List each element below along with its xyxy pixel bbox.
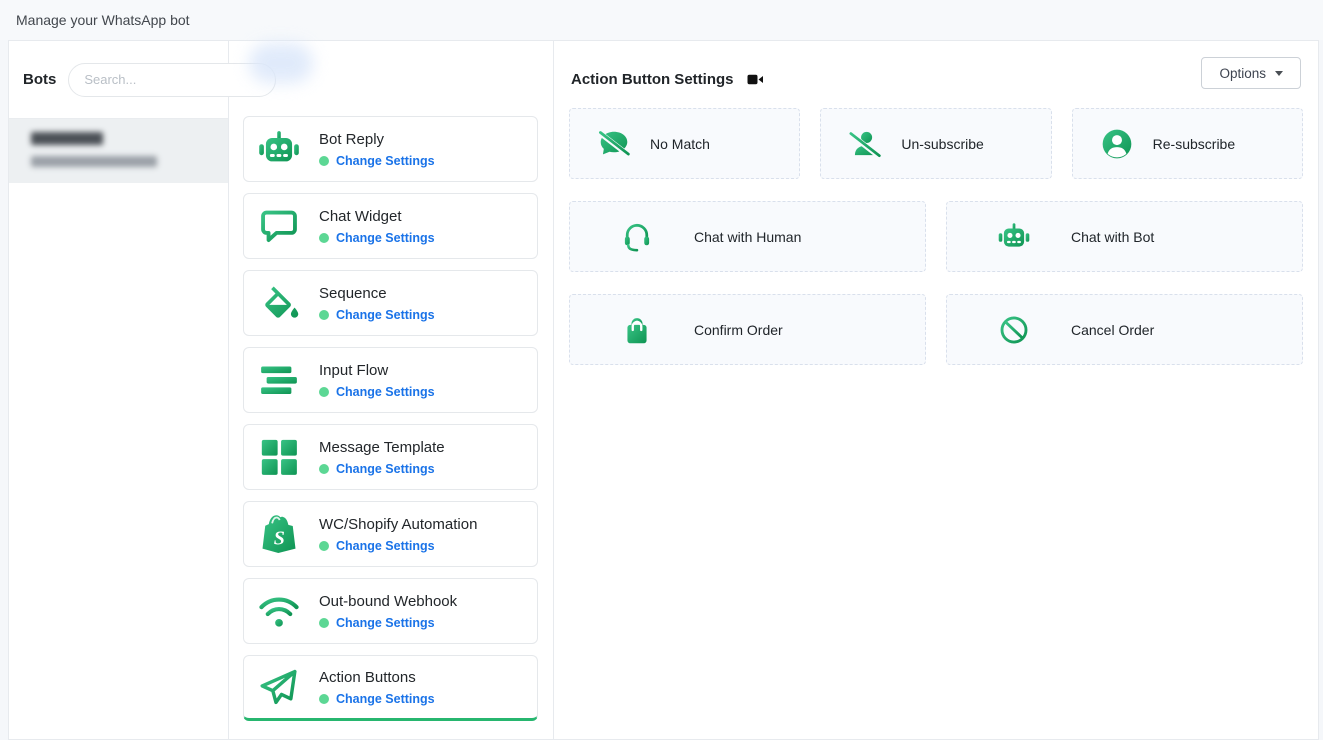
bots-heading: Bots (23, 71, 56, 88)
feature-title: Bot Reply (319, 131, 435, 148)
change-settings-link[interactable]: Change Settings (336, 231, 435, 245)
caret-down-icon (1275, 71, 1283, 76)
comment-slash-icon (597, 127, 631, 161)
status-dot (319, 464, 329, 474)
sidebar-bots: Bots (9, 41, 229, 739)
bot-icon (257, 127, 301, 171)
action-resubscribe[interactable]: Re-subscribe (1072, 108, 1303, 179)
wifi-icon (257, 589, 301, 633)
panel-title: Action Button Settings (571, 71, 733, 88)
action-label: Re-subscribe (1153, 136, 1235, 152)
options-label: Options (1219, 66, 1266, 81)
feature-card-message-template[interactable]: Message Template Change Settings (243, 424, 538, 490)
feature-card-input-flow[interactable]: Input Flow Change Settings (243, 347, 538, 413)
feature-title: Message Template (319, 439, 445, 456)
change-settings-link[interactable]: Change Settings (336, 308, 435, 322)
action-confirm-order[interactable]: Confirm Order (569, 294, 926, 365)
feature-card-shopify-automation[interactable]: S WC/Shopify Automation Change Settings (243, 501, 538, 567)
topbar: Manage your WhatsApp bot (0, 0, 1323, 40)
feature-list: Bot Reply Change Settings Chat Widget Ch… (229, 41, 554, 739)
redacted-bot-number (31, 156, 157, 167)
action-label: Chat with Bot (1071, 229, 1154, 245)
ban-icon (997, 313, 1031, 347)
grid-icon (257, 435, 301, 479)
status-dot (319, 541, 329, 551)
redacted-bot-name (31, 132, 103, 145)
action-cancel-order[interactable]: Cancel Order (946, 294, 1303, 365)
action-unsubscribe[interactable]: Un-subscribe (820, 108, 1051, 179)
feature-title: Out-bound Webhook (319, 593, 457, 610)
feature-card-sequence[interactable]: Sequence Change Settings (243, 270, 538, 336)
action-row-3: Confirm Order Cancel Order (569, 294, 1303, 365)
blurred-avatar (249, 43, 313, 83)
status-dot (319, 618, 329, 628)
status-dot (319, 233, 329, 243)
bars-icon (257, 358, 301, 402)
change-settings-link[interactable]: Change Settings (336, 154, 435, 168)
shopify-icon: S (257, 512, 301, 556)
action-label: Chat with Human (694, 229, 801, 245)
video-camera-icon[interactable] (747, 72, 764, 87)
app-panel: Bots (8, 40, 1319, 740)
bots-header: Bots (9, 41, 228, 118)
change-settings-link[interactable]: Change Settings (336, 692, 435, 706)
feature-card-chat-widget[interactable]: Chat Widget Change Settings (243, 193, 538, 259)
svg-text:S: S (274, 527, 285, 549)
page-title: Manage your WhatsApp bot (16, 12, 190, 28)
action-no-match[interactable]: No Match (569, 108, 800, 179)
status-dot (319, 156, 329, 166)
chat-bubble-icon (257, 204, 301, 248)
change-settings-link[interactable]: Change Settings (336, 385, 435, 399)
change-settings-link[interactable]: Change Settings (336, 462, 435, 476)
bot-list-item-selected[interactable] (9, 118, 228, 183)
status-dot (319, 694, 329, 704)
options-button[interactable]: Options (1201, 57, 1301, 89)
headset-icon (620, 220, 654, 254)
user-slash-icon (848, 127, 882, 161)
change-settings-link[interactable]: Change Settings (336, 616, 435, 630)
action-button-settings-panel: Action Button Settings Options (554, 41, 1318, 739)
status-dot (319, 310, 329, 320)
action-row-1: No Match Un-subscribe (569, 108, 1303, 179)
action-label: No Match (650, 136, 710, 152)
action-label: Un-subscribe (901, 136, 983, 152)
feature-card-outbound-webhook[interactable]: Out-bound Webhook Change Settings (243, 578, 538, 644)
feature-card-bot-reply[interactable]: Bot Reply Change Settings (243, 116, 538, 182)
feature-title: Input Flow (319, 362, 435, 379)
panel-header: Action Button Settings Options (569, 41, 1303, 108)
action-chat-with-human[interactable]: Chat with Human (569, 201, 926, 272)
feature-title: WC/Shopify Automation (319, 516, 477, 533)
status-dot (319, 387, 329, 397)
feature-title: Sequence (319, 285, 435, 302)
paint-bucket-icon (257, 281, 301, 325)
action-label: Confirm Order (694, 322, 783, 338)
paper-plane-icon (257, 665, 301, 709)
shopping-bag-icon (620, 313, 654, 347)
change-settings-link[interactable]: Change Settings (336, 539, 435, 553)
action-label: Cancel Order (1071, 322, 1154, 338)
feature-title: Action Buttons (319, 669, 435, 686)
action-chat-with-bot[interactable]: Chat with Bot (946, 201, 1303, 272)
feature-card-action-buttons[interactable]: Action Buttons Change Settings (243, 655, 538, 721)
robot-icon (997, 220, 1031, 254)
user-circle-icon (1100, 127, 1134, 161)
action-row-2: Chat with Human Chat with Bot (569, 201, 1303, 272)
feature-title: Chat Widget (319, 208, 435, 225)
